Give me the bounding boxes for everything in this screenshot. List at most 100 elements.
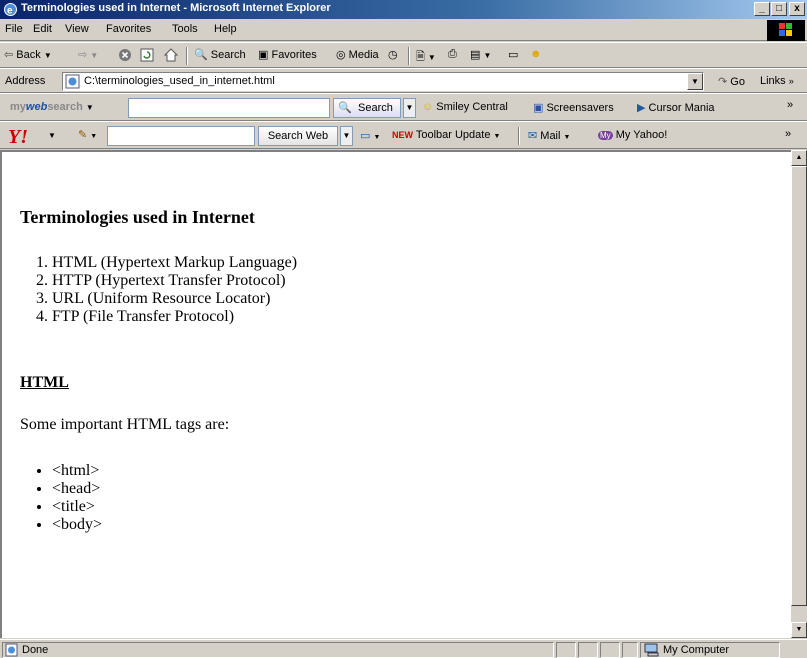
menu-edit[interactable]: Edit <box>33 23 52 35</box>
menu-bar: File Edit View Favorites Tools Help <box>0 19 807 41</box>
forward-arrow-icon: ⇨ <box>78 49 88 61</box>
toolbar-separator <box>186 47 188 65</box>
toolbar-overflow-button[interactable]: » <box>787 99 793 111</box>
mywebsearch-logo[interactable]: mywebsearch ▼ <box>10 101 94 113</box>
toolbar-separator <box>518 127 520 145</box>
list-item: URL (Uniform Resource Locator) <box>52 290 297 308</box>
media-button[interactable]: ◎ Media <box>336 48 379 61</box>
home-button[interactable] <box>163 48 179 65</box>
page-icon <box>65 74 80 89</box>
security-zone-panel: My Computer <box>640 642 780 658</box>
scroll-down-button[interactable]: ▼ <box>791 622 807 638</box>
yahoo-search-input[interactable] <box>107 126 255 146</box>
minimize-button[interactable]: _ <box>754 2 770 16</box>
maximize-button[interactable]: □ <box>771 2 787 16</box>
forward-button[interactable]: ⇨ ▼ <box>78 48 98 61</box>
menu-tools[interactable]: Tools <box>172 23 198 35</box>
yahoo-mail-button[interactable]: ✉ Mail ▼ <box>528 129 570 142</box>
links-button[interactable]: Links » <box>760 75 794 87</box>
back-button[interactable]: ⇦ Back ▼ <box>4 48 52 61</box>
chevron-down-icon: ▼ <box>427 53 436 62</box>
windows-flag-icon <box>779 23 792 36</box>
discuss-button[interactable]: ▭ <box>508 48 518 61</box>
chevron-up-icon: ▲ <box>795 154 803 161</box>
messenger-button[interactable]: ☻ <box>530 48 542 60</box>
my-yahoo-button[interactable]: My My Yahoo! <box>598 129 667 141</box>
menu-view[interactable]: View <box>65 23 89 35</box>
media-icon: ◎ <box>336 49 346 61</box>
window-title: Terminologies used in Internet - Microso… <box>21 2 331 14</box>
list-item: HTML (Hypertext Markup Language) <box>52 254 297 272</box>
print-icon: ⎙ <box>448 48 457 60</box>
chevrons-right-icon: » <box>788 76 794 86</box>
list-item: <body> <box>52 516 102 534</box>
yahoo-extras-button[interactable]: ▭ ▼ <box>360 129 380 142</box>
address-dropdown-button[interactable]: ▼ <box>687 73 703 90</box>
chevron-down-icon: ▼ <box>48 131 56 140</box>
search-icon: 🔍 <box>194 49 208 61</box>
refresh-button[interactable] <box>140 48 154 65</box>
yahoo-highlight-button[interactable]: ✎ ▼ <box>78 128 97 141</box>
tags-list: <html> <head> <title> <body> <box>20 462 102 534</box>
internet-explorer-icon: e <box>4 3 17 17</box>
scroll-thumb[interactable] <box>791 166 807 606</box>
scroll-up-button[interactable]: ▲ <box>791 150 807 166</box>
vertical-scrollbar[interactable]: ▲ ▼ <box>791 150 807 638</box>
menu-help[interactable]: Help <box>214 23 237 35</box>
standard-toolbar: ⇦ Back ▼ ⇨ ▼ 🔍 Search ▣ Favorites ◎ Medi… <box>0 42 807 68</box>
cursor-icon: ▶ <box>637 102 646 114</box>
history-icon: ◷ <box>388 49 398 61</box>
cursor-mania-button[interactable]: ▶ Cursor Mania <box>637 101 715 114</box>
chevron-down-icon: ▼ <box>493 133 501 140</box>
chevron-down-icon: ▼ <box>373 134 381 141</box>
yahoo-search-web-button[interactable]: Search Web <box>258 126 338 146</box>
search-icon: 🔍 <box>338 102 352 114</box>
yahoo-menu-chevron[interactable]: ▼ <box>48 129 56 141</box>
caption-buttons: _ □ x <box>753 2 805 17</box>
page-content: Terminologies used in Internet HTML (Hyp… <box>0 150 791 638</box>
toolbar-update-button[interactable]: NEW Toolbar Update ▼ <box>392 129 500 141</box>
search-button[interactable]: 🔍 Search <box>194 48 246 61</box>
yahoo-toolbar: Y! ▼ ✎ ▼ Search Web ▼ ▭ ▼ NEW Toolbar Up… <box>0 121 807 149</box>
smiley-central-button[interactable]: ☺ Smiley Central <box>422 101 508 113</box>
history-button[interactable]: ◷ <box>388 48 398 61</box>
mywebsearch-input[interactable] <box>128 98 330 118</box>
go-button[interactable]: ↷ Go <box>718 75 745 88</box>
smiley-icon: ☺ <box>422 101 434 113</box>
close-button[interactable]: x <box>789 2 805 16</box>
menu-file[interactable]: File <box>5 23 23 35</box>
browser-window: e Terminologies used in Internet - Micro… <box>0 0 807 658</box>
yahoo-logo[interactable]: Y! <box>8 126 28 149</box>
favorites-button[interactable]: ▣ Favorites <box>258 48 317 61</box>
status-panel <box>578 642 598 658</box>
window-icon: ▭ <box>360 130 371 142</box>
refresh-icon <box>140 48 154 62</box>
monitor-icon: ▣ <box>533 102 544 114</box>
edit-button[interactable]: ▤ ▼ <box>470 48 491 61</box>
print-button[interactable]: ⎙ <box>448 48 457 61</box>
mail-icon: 🗎 <box>416 51 425 63</box>
stop-button[interactable] <box>118 48 132 65</box>
menu-favorites[interactable]: Favorites <box>106 23 151 35</box>
svg-text:e: e <box>7 6 13 17</box>
title-bar: e Terminologies used in Internet - Micro… <box>0 0 807 19</box>
chevron-down-icon: ▼ <box>43 51 52 60</box>
stop-icon <box>119 49 131 61</box>
discuss-icon: ▭ <box>508 49 519 61</box>
yahoo-search-dropdown[interactable]: ▼ <box>340 126 353 146</box>
mywebsearch-dropdown[interactable]: ▼ <box>403 98 416 118</box>
my-yahoo-icon: My <box>598 131 613 140</box>
toolbar-overflow-button[interactable]: » <box>785 128 791 140</box>
zone-text: My Computer <box>663 644 730 656</box>
chevron-down-icon: ▼ <box>795 626 803 633</box>
screensavers-button[interactable]: ▣ Screensavers <box>533 101 614 114</box>
address-input[interactable]: C:\terminologies_used_in_internet.html ▼ <box>62 72 704 91</box>
list-item: <html> <box>52 462 102 480</box>
back-arrow-icon: ⇦ <box>4 49 14 61</box>
list-item: HTTP (Hypertext Transfer Protocol) <box>52 272 297 290</box>
mywebsearch-search-button[interactable]: 🔍 Search <box>333 98 401 118</box>
mail-button[interactable]: 🗎 ▼ <box>416 48 436 67</box>
chevron-down-icon: ▼ <box>405 103 414 112</box>
status-panel <box>622 642 638 658</box>
chevron-down-icon: ▼ <box>483 51 492 60</box>
